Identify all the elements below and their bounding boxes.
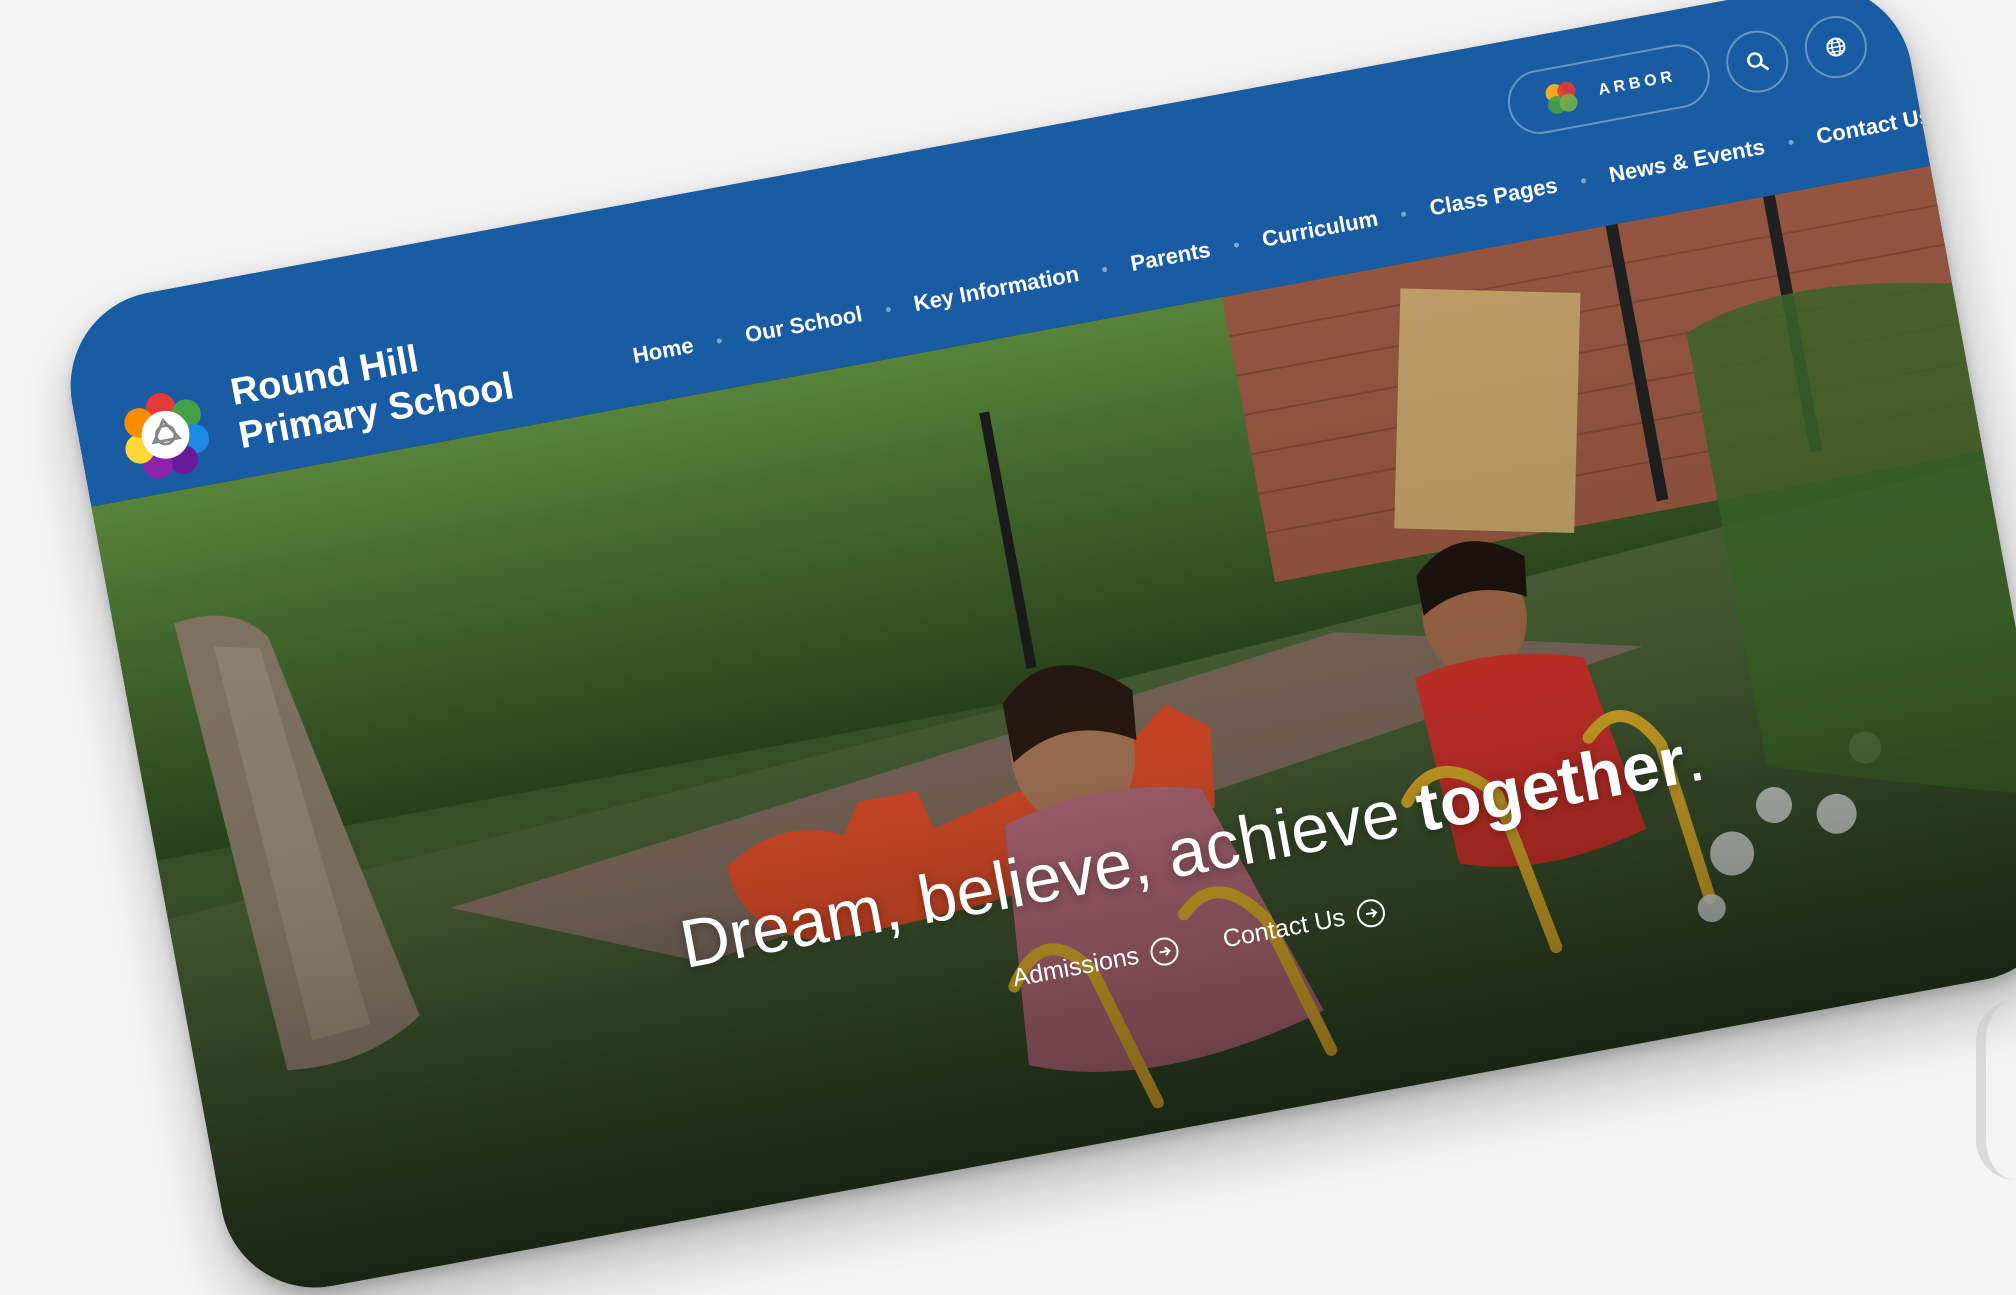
search-button[interactable]	[1721, 25, 1794, 98]
nav-item-curriculum[interactable]: Curriculum	[1260, 206, 1380, 253]
page-background: Round Hill Primary School Home Our Schoo…	[0, 0, 2016, 1295]
globe-icon	[1826, 37, 1846, 57]
nav-separator	[885, 306, 891, 313]
nav-item-our-school[interactable]: Our School	[743, 301, 864, 348]
arbor-label: ARBOR	[1596, 67, 1678, 99]
nav-separator	[1787, 138, 1794, 145]
arbor-button[interactable]: ARBOR	[1502, 39, 1715, 140]
utility-bar: ARBOR	[1502, 10, 1873, 140]
arbor-logo-icon	[1545, 81, 1578, 114]
nav-separator	[1101, 266, 1108, 272]
nav-item-class-pages[interactable]: Class Pages	[1427, 172, 1559, 221]
language-button[interactable]	[1799, 10, 1873, 84]
arrow-right-circle-icon	[1147, 934, 1181, 968]
search-icon	[1747, 52, 1769, 71]
nav-separator	[716, 337, 723, 344]
school-logo[interactable]	[112, 379, 219, 486]
nav-separator	[1233, 241, 1240, 248]
nav-separator	[1400, 210, 1407, 217]
arrow-right-circle-icon	[1354, 896, 1387, 930]
website-screenshot: Round Hill Primary School Home Our Schoo…	[55, 0, 2016, 1295]
nav-item-news-events[interactable]: News & Events	[1607, 134, 1767, 188]
nav-item-home[interactable]: Home	[631, 332, 696, 369]
background-device-edge	[1976, 1000, 2016, 1180]
nav-item-key-information[interactable]: Key Information	[912, 261, 1081, 317]
nav-item-contact-us[interactable]: Contact Us	[1814, 103, 1933, 150]
nav-separator	[1580, 177, 1587, 184]
nav-item-parents[interactable]: Parents	[1128, 237, 1212, 277]
